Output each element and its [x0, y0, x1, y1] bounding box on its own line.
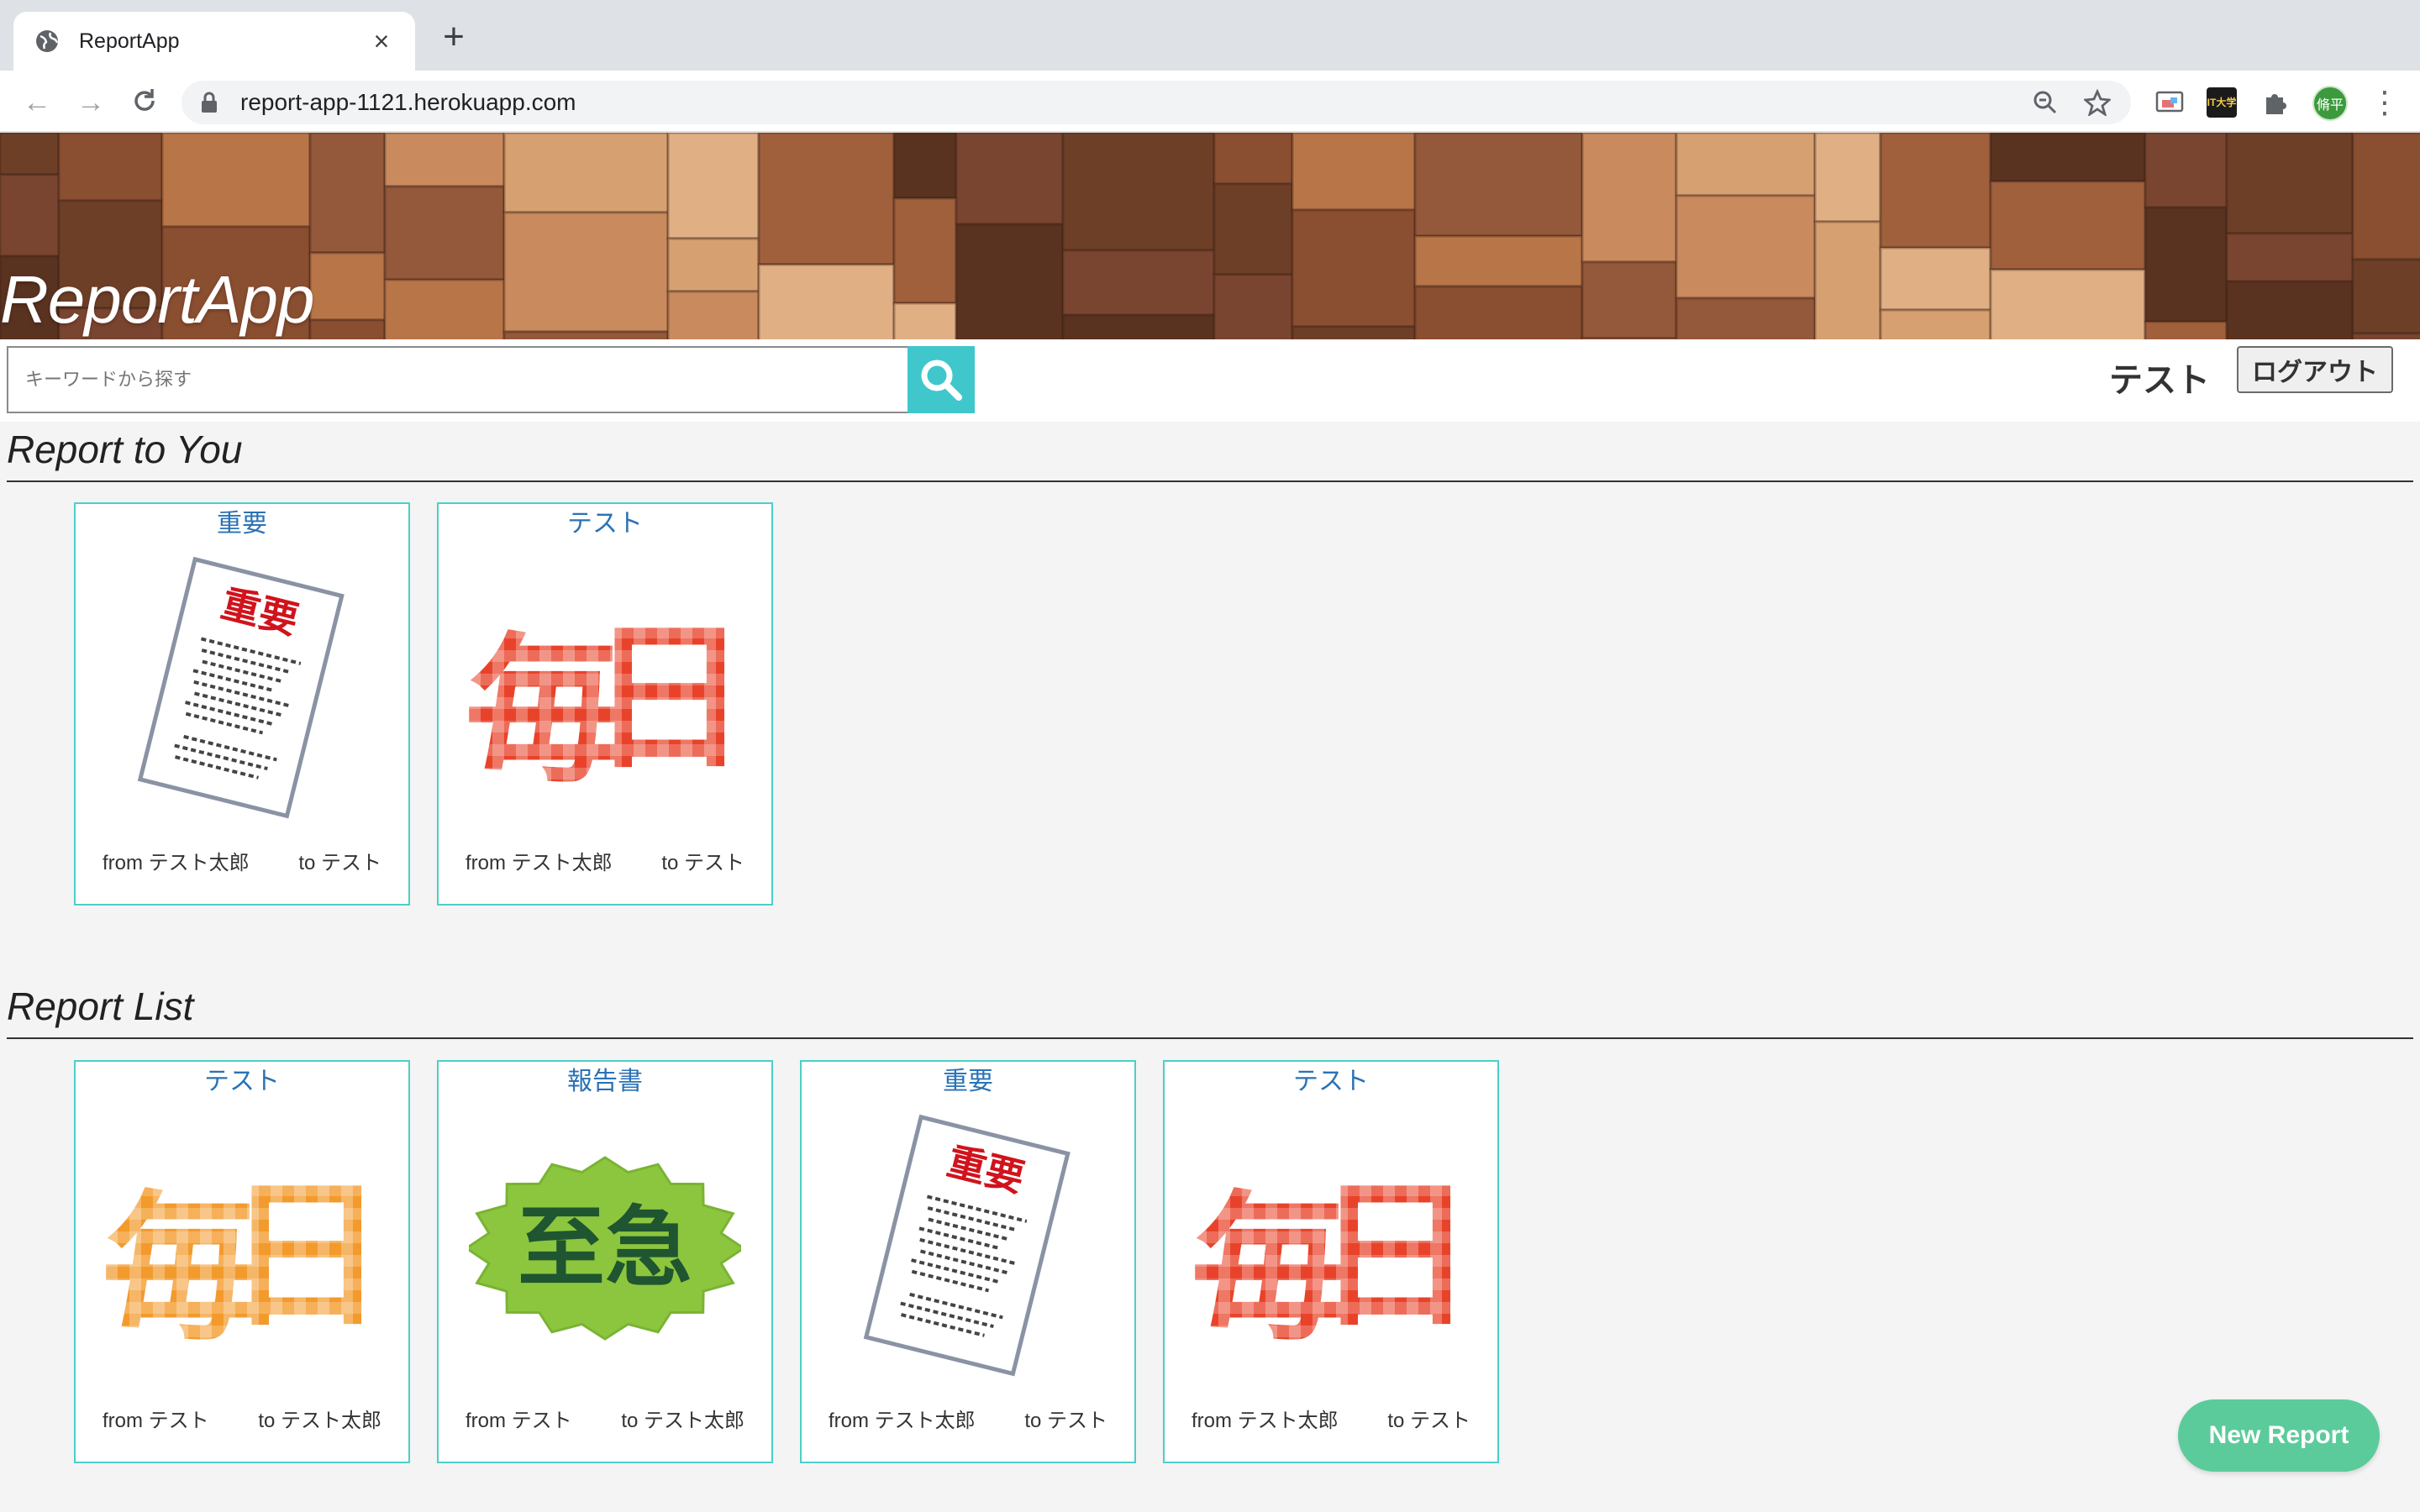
report-card-to: to テスト [1387, 1410, 1470, 1432]
back-arrow-icon[interactable]: ← [20, 86, 54, 119]
report-card[interactable]: テスト毎日 from テスト to テスト太郎 [74, 1060, 410, 1463]
reload-glyph [134, 89, 155, 111]
profile-initials: 脩平 [2316, 98, 2344, 113]
report-card-image: 毎日 [102, 1114, 386, 1383]
report-card[interactable]: 報告書至急 from テスト to テスト太郎 [437, 1060, 773, 1463]
profile-avatar[interactable]: 脩平 [2312, 86, 2348, 121]
logout-button[interactable]: ログアウト [2237, 346, 2393, 393]
report-card-image: 重要 [106, 556, 378, 825]
ext-label: IT大学 [2207, 97, 2237, 108]
more-menu-icon[interactable]: ⋮ [2370, 86, 2400, 119]
reload-icon[interactable] [128, 86, 161, 119]
report-card-from: from テスト太郎 [1192, 1410, 1339, 1432]
report-card[interactable]: 重要 重要 from テスト太郎 to テスト [74, 502, 410, 906]
it-daigaku-extension-icon[interactable]: IT大学 [2207, 87, 2237, 118]
report-card-image: 至急 [464, 1114, 746, 1383]
address-bar[interactable]: report-app-1121.herokuapp.com [182, 81, 2131, 124]
shikyu-urgent-image: 至急 [464, 1156, 746, 1341]
report-card-to: to テスト [298, 852, 381, 874]
forward-arrow-icon[interactable]: → [74, 86, 108, 119]
zoom-out-icon[interactable] [2027, 84, 2064, 121]
report-card-from: from テスト [103, 1410, 209, 1432]
report-card-title[interactable]: テスト [439, 504, 771, 544]
report-card-from: from テスト太郎 [103, 852, 250, 874]
report-card-title[interactable]: テスト [1165, 1062, 1497, 1102]
bookmark-star-icon[interactable] [2079, 84, 2116, 121]
globe-icon [36, 30, 59, 52]
report-card-image: 毎日 [465, 556, 749, 825]
header-banner: ReportApp [0, 133, 2420, 339]
browser-tabstrip: ReportApp × + [0, 0, 2420, 71]
important-document-image: 重要 [863, 1114, 1071, 1377]
svg-text:日: 日 [226, 1163, 378, 1349]
svg-text:日: 日 [589, 606, 741, 791]
report-card-title[interactable]: 報告書 [439, 1062, 771, 1102]
mainichi-orange-image: 毎日 [102, 1163, 386, 1362]
search-icon [921, 360, 962, 401]
report-card[interactable]: テスト毎日 from テスト太郎 to テスト [437, 502, 773, 906]
mainichi-red-image: 毎日 [465, 606, 749, 804]
extensions-puzzle-icon[interactable] [2260, 87, 2291, 118]
report-card-to: to テスト [661, 852, 744, 874]
section-divider [7, 480, 2413, 482]
report-card-title[interactable]: 重要 [76, 504, 408, 544]
search-button[interactable] [908, 346, 975, 413]
page-body: ReportApp テスト ログアウト Report to You 重要重要fr… [0, 133, 2420, 1512]
new-tab-icon[interactable]: + [437, 18, 471, 55]
svg-text:日: 日 [1315, 1163, 1467, 1349]
report-card-to: to テスト太郎 [258, 1410, 381, 1432]
svg-text:至急: 至急 [518, 1196, 692, 1299]
report-card-title[interactable]: 重要 [802, 1062, 1134, 1102]
search-input[interactable] [7, 346, 908, 413]
report-card-from: from テスト太郎 [466, 852, 613, 874]
lock-icon [202, 92, 217, 113]
report-card-to: to テスト [1024, 1410, 1107, 1432]
tab-title: ReportApp [79, 29, 180, 53]
report-card-from: from テスト太郎 [829, 1410, 976, 1432]
mainichi-red-image: 毎日 [1191, 1163, 1475, 1362]
browser-toolbar: ← → report-app-1121.herokuapp.com IT大学 脩… [0, 71, 2420, 133]
section-title-report-list: Report List [7, 984, 194, 1028]
section-title-report-to-you: Report to You [7, 428, 243, 471]
report-card-image: 毎日 [1191, 1114, 1475, 1383]
current-user-name: テスト [2109, 362, 2210, 399]
report-card[interactable]: 重要 重要 from テスト太郎 to テスト [800, 1060, 1136, 1463]
report-card[interactable]: テスト毎日 from テスト太郎 to テスト [1163, 1060, 1499, 1463]
cast-extension-icon[interactable] [2154, 87, 2185, 118]
report-card-to: to テスト太郎 [621, 1410, 744, 1432]
search-form [7, 346, 975, 413]
new-report-button[interactable]: New Report [2178, 1399, 2380, 1472]
important-document-image: 重要 [137, 556, 345, 819]
wood-blocks-background [0, 133, 2420, 339]
report-card-image: 重要 [832, 1114, 1104, 1383]
app-logo[interactable]: ReportApp [0, 262, 314, 338]
close-tab-icon[interactable]: × [368, 26, 395, 57]
section-divider [7, 1037, 2413, 1039]
report-card-from: from テスト [466, 1410, 572, 1432]
url-text: report-app-1121.herokuapp.com [240, 89, 576, 115]
report-card-title[interactable]: テスト [76, 1062, 408, 1102]
browser-tab[interactable]: ReportApp × [13, 12, 415, 71]
